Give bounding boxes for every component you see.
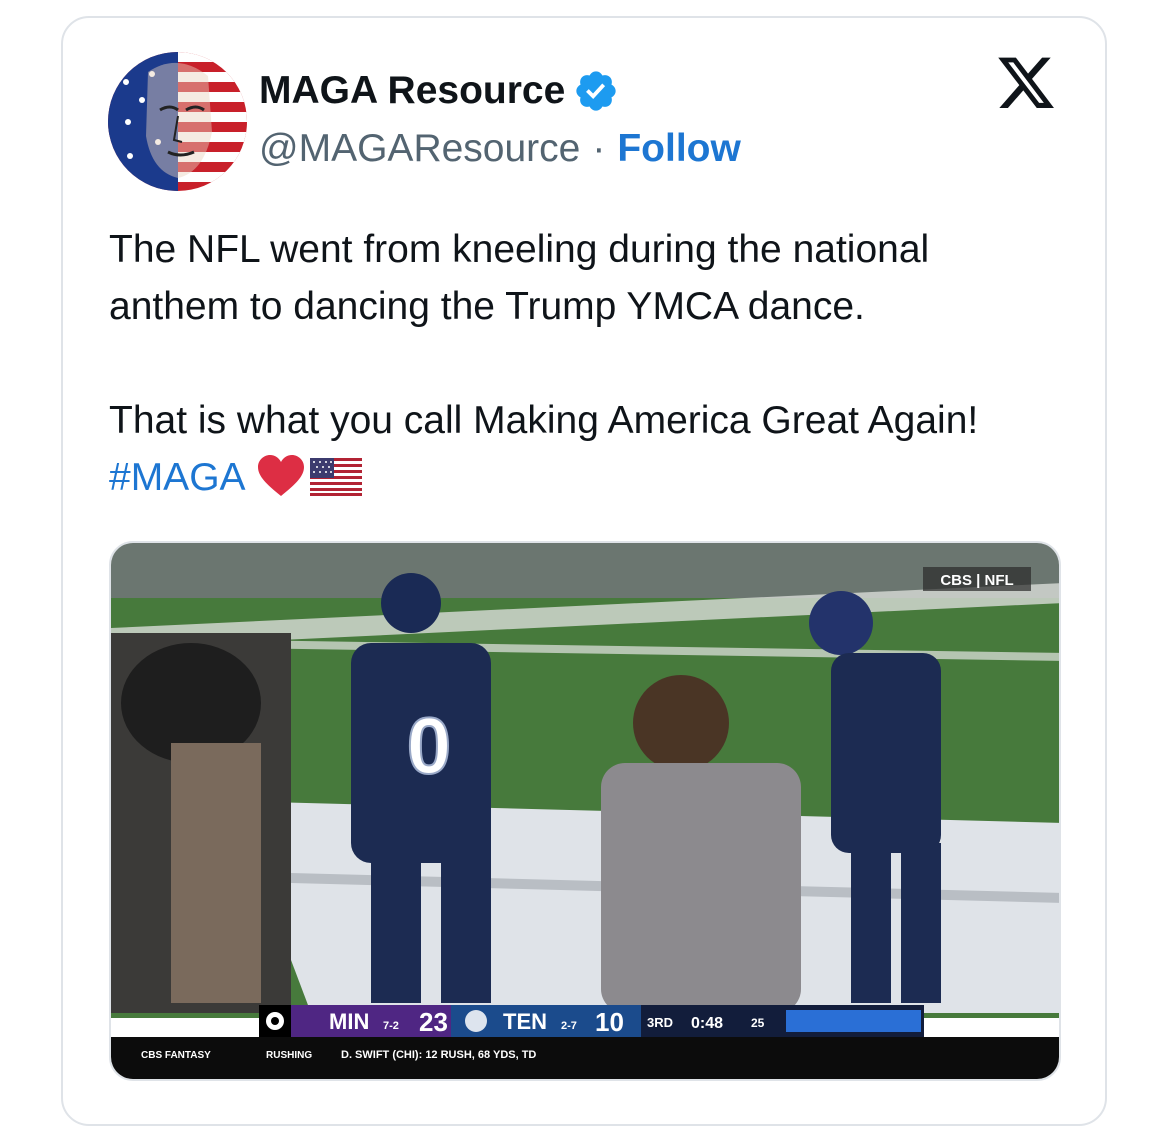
author-name-row: MAGA Resource <box>259 68 619 114</box>
follow-button[interactable]: Follow <box>617 127 740 171</box>
game-clock: 0:48 <box>691 1015 723 1032</box>
author-display-name[interactable]: MAGA Resource <box>259 69 565 113</box>
team2-abbr: TEN <box>503 1009 547 1034</box>
network-bug-text: CBS | NFL <box>940 572 1013 589</box>
author-handle[interactable]: @MAGAResource <box>259 127 580 171</box>
team2-record: 2-7 <box>561 1020 577 1032</box>
play-clock: 25 <box>751 1016 765 1030</box>
hashtag-link[interactable]: #MAGA <box>109 456 246 499</box>
team1-abbr: MIN <box>329 1009 369 1034</box>
quarter: 3RD <box>647 1015 673 1030</box>
team2-score: 10 <box>595 1007 624 1037</box>
video-player[interactable]: 0 CBS | NFL MIN 7-2 23 TEN 2-7 10 3RD 0:… <box>109 541 1061 1081</box>
separator-dot: · <box>592 127 606 170</box>
ticker-stat: D. SWIFT (CHI): 12 RUSH, 68 YDS, TD <box>341 1049 536 1061</box>
scorebug: MIN 7-2 23 TEN 2-7 10 3RD 0:48 25 <box>259 1005 924 1037</box>
jersey-number: 0 <box>407 701 452 790</box>
x-logo-icon[interactable] <box>995 57 1057 115</box>
team1-score: 23 <box>419 1007 448 1037</box>
heart-emoji-icon <box>257 455 304 496</box>
avatar[interactable] <box>108 52 247 191</box>
tweet-paragraph-2: That is what you call Making America Gre… <box>109 392 1069 506</box>
tweet-text: The NFL went from kneeling during the na… <box>109 221 1069 506</box>
stat-ticker: CBS FANTASY RUSHING D. SWIFT (CHI): 12 R… <box>111 1037 1059 1079</box>
video-frame: 0 CBS | NFL MIN 7-2 23 TEN 2-7 10 3RD 0:… <box>111 543 1059 1079</box>
verified-badge-icon <box>576 71 616 111</box>
network-bug: CBS | NFL <box>923 567 1031 591</box>
tweet-paragraph-2-text: That is what you call Making America Gre… <box>109 399 979 442</box>
team1-record: 7-2 <box>383 1020 399 1032</box>
avatar-image <box>108 52 247 191</box>
us-flag-emoji-icon <box>309 458 362 496</box>
tweet-paragraph-1: The NFL went from kneeling during the na… <box>109 228 930 328</box>
author-handle-row: @MAGAResource · Follow <box>259 126 741 172</box>
ticker-brand: CBS FANTASY <box>141 1050 211 1061</box>
ticker-category: RUSHING <box>266 1050 312 1061</box>
